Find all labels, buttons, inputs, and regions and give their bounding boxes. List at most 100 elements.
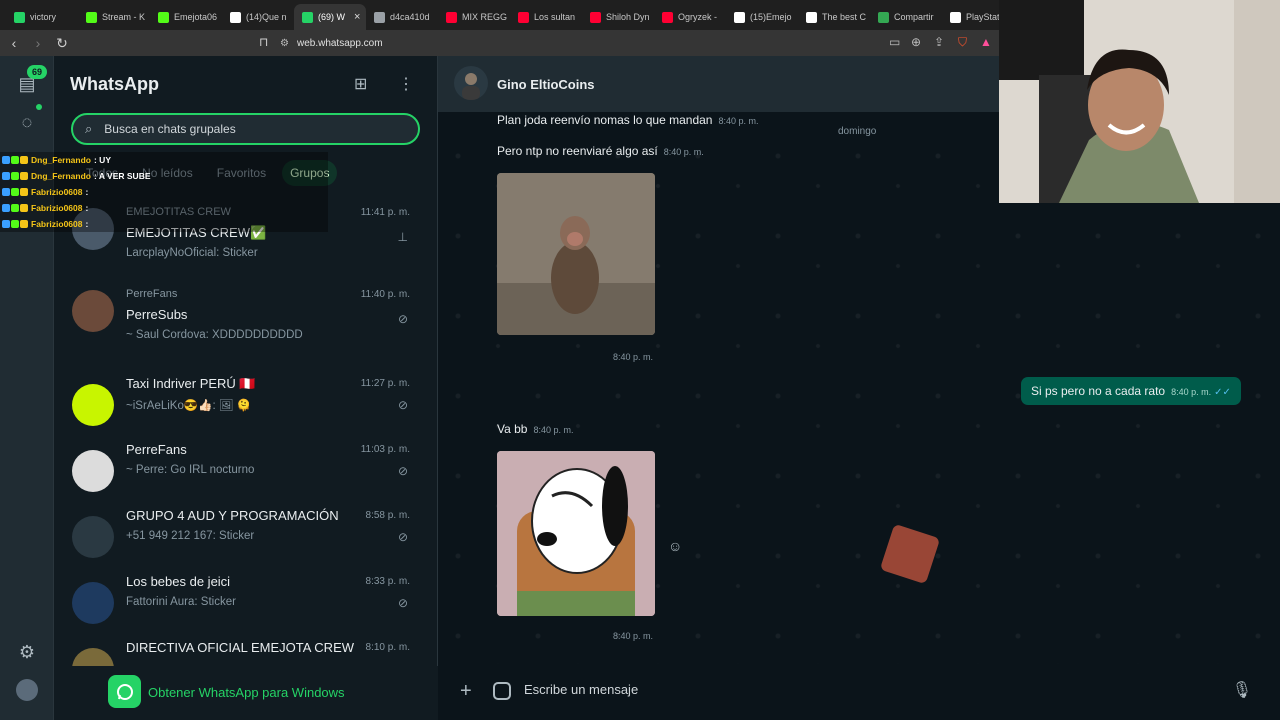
- zoom-icon[interactable]: ⊕: [911, 35, 921, 49]
- media-time: 8:40 p. m.: [613, 352, 654, 362]
- profile-avatar[interactable]: [16, 679, 38, 701]
- get-app-banner[interactable]: Obtener WhatsApp para Windows: [54, 666, 438, 720]
- chat-list-item[interactable]: GRUPO 4 AUD Y PROGRAMACIÓN +51 949 212 16…: [54, 498, 437, 568]
- contact-name[interactable]: Gino EltioCoins: [497, 77, 595, 92]
- browser-tab[interactable]: Compartir: [870, 4, 942, 30]
- browser-tab[interactable]: Shiloh Dyn: [582, 4, 654, 30]
- chat-avatar: [72, 290, 114, 332]
- browser-tab[interactable]: (15)Emejo: [726, 4, 798, 30]
- browser-tab[interactable]: Los sultan: [510, 4, 582, 30]
- forward-icon[interactable]: ›: [28, 35, 48, 51]
- outgoing-message: Si ps pero no a cada rato 8:40 p. m. ✓✓: [1021, 377, 1241, 405]
- react-emoji-icon[interactable]: ☺: [668, 538, 682, 554]
- chat-time: 11:03 p. m.: [360, 444, 410, 455]
- chat-name: GRUPO 4 AUD Y PROGRAMACIÓN: [126, 508, 339, 523]
- chat-name: PerreSubs: [126, 307, 188, 322]
- tab-favicon-icon: [86, 11, 97, 23]
- tab-favicon-icon: [950, 11, 961, 23]
- search-input[interactable]: [104, 122, 385, 136]
- message-time: 8:40 p. m.: [1171, 387, 1212, 397]
- back-icon[interactable]: ‹: [4, 35, 24, 51]
- message-3: Va bb 8:40 p. m.: [497, 422, 574, 436]
- app-title: WhatsApp: [70, 74, 159, 94]
- status-icon[interactable]: ◌: [16, 111, 38, 133]
- media-time: 8:40 p. m.: [613, 631, 654, 641]
- tab-label: victory: [30, 12, 57, 22]
- status-dot: [36, 104, 42, 110]
- chat-last-message: ~ Saul Cordova: XDDDDDDDDDD: [126, 329, 303, 341]
- tab-favicon-icon: [446, 11, 457, 23]
- settings-icon[interactable]: ⚙: [16, 641, 38, 663]
- tab-label: (69) W: [318, 12, 345, 22]
- stream-message: :: [85, 219, 89, 229]
- browser-tab[interactable]: Emejota06: [150, 4, 222, 30]
- stream-chat-line: Dng_Fernando: A VER SUBE: [0, 168, 328, 184]
- site-info-icon[interactable]: ⚙: [280, 38, 289, 49]
- get-app-label: Obtener WhatsApp para Windows: [148, 685, 345, 700]
- brave-shield-icon[interactable]: ⛉: [958, 35, 967, 50]
- reload-icon[interactable]: ↻: [52, 35, 72, 52]
- muted-icon[interactable]: ⊘: [398, 596, 408, 610]
- snoopy-image[interactable]: [497, 451, 655, 616]
- message-text: Plan joda reenvío nomas lo que mandan: [497, 113, 713, 127]
- chat-list-item[interactable]: PerreFans ~ Perre: Go IRL nocturno 11:03 p…: [54, 432, 437, 502]
- tab-favicon-icon: [806, 11, 817, 23]
- browser-tab[interactable]: Stream - K: [78, 4, 150, 30]
- chat-avatar: [72, 582, 114, 624]
- new-chat-icon[interactable]: ⊞: [354, 74, 367, 94]
- chat-name: Los bebes de jeici: [126, 574, 231, 589]
- browser-tab[interactable]: (14)Que n: [222, 4, 294, 30]
- sticker-icon[interactable]: [493, 682, 511, 700]
- browser-tab[interactable]: Ogryzek -: [654, 4, 726, 30]
- tab-favicon-icon: [374, 11, 385, 23]
- microphone-icon[interactable]: 🎙: [1232, 680, 1252, 700]
- monkey-image[interactable]: [497, 173, 655, 335]
- chat-list-item[interactable]: Taxi Indriver PERÚ 🇵🇪 ~iSrAeLiKo😎👍🏻: 🖼 🫠 1…: [54, 366, 437, 436]
- user-badges-icon: [2, 172, 28, 180]
- url-field[interactable]: ⚙ web.whatsapp.com: [280, 30, 383, 56]
- muted-icon[interactable]: ⊘: [398, 530, 408, 544]
- stream-username: Fabrizio0608: [31, 203, 83, 213]
- contact-avatar[interactable]: [454, 66, 488, 100]
- chat-time: 8:33 p. m.: [365, 576, 410, 587]
- chat-list-item[interactable]: Los bebes de jeici Fattorini Aura: Sticke…: [54, 564, 437, 634]
- browser-tab[interactable]: (69) W ×: [294, 4, 366, 30]
- tab-label: Compartir: [894, 12, 934, 22]
- tab-label: Emejota06: [174, 12, 218, 22]
- muted-icon[interactable]: ⊘: [398, 398, 408, 412]
- message-time: 8:40 p. m.: [533, 425, 574, 435]
- tab-favicon-icon: [590, 11, 601, 23]
- tab-favicon-icon: [302, 11, 313, 23]
- search-box[interactable]: ⌕: [71, 113, 420, 145]
- pin-icon[interactable]: ⊥: [398, 230, 408, 244]
- read-receipt-icon: ✓✓: [1214, 387, 1231, 398]
- chat-list-item[interactable]: PerreFans PerreSubs ~ Saul Cordova: XDDDDD…: [54, 282, 437, 352]
- browser-tab[interactable]: The best C: [798, 4, 870, 30]
- close-tab-icon[interactable]: ×: [354, 11, 360, 23]
- webcam-feed: [999, 0, 1280, 203]
- chat-time: 8:10 p. m.: [365, 642, 410, 653]
- chat-last-message: Fattorini Aura: Sticker: [126, 596, 236, 608]
- chat-name: PerreFans: [126, 442, 187, 457]
- browser-tab[interactable]: MIX REGG: [438, 4, 510, 30]
- stream-chat-line: Dng_Fernando: UY: [0, 152, 328, 168]
- share-icon[interactable]: ⇪: [934, 35, 944, 49]
- message-text: Va bb: [497, 422, 528, 436]
- brave-rewards-icon[interactable]: ▲: [980, 35, 992, 49]
- browser-tab[interactable]: victory: [6, 4, 78, 30]
- muted-icon[interactable]: ⊘: [398, 464, 408, 478]
- message-input[interactable]: [524, 682, 1204, 697]
- tab-label: Ogryzek -: [678, 12, 718, 22]
- attach-icon[interactable]: +: [460, 680, 472, 703]
- bookmark-icon[interactable]: ⊓: [259, 35, 268, 49]
- install-icon[interactable]: ▭: [889, 35, 900, 49]
- message-text: Si ps pero no a cada rato: [1031, 384, 1166, 398]
- muted-icon[interactable]: ⊘: [398, 312, 408, 326]
- tab-label: d4ca410d: [390, 12, 430, 22]
- message-text: Pero ntp no reenviaré algo así: [497, 144, 658, 158]
- stream-username: Fabrizio0608: [31, 219, 83, 229]
- browser-tab[interactable]: d4ca410d: [366, 4, 438, 30]
- chat-avatar: [72, 384, 114, 426]
- menu-icon[interactable]: ⋮: [398, 74, 414, 94]
- stream-message: : UY: [93, 155, 111, 165]
